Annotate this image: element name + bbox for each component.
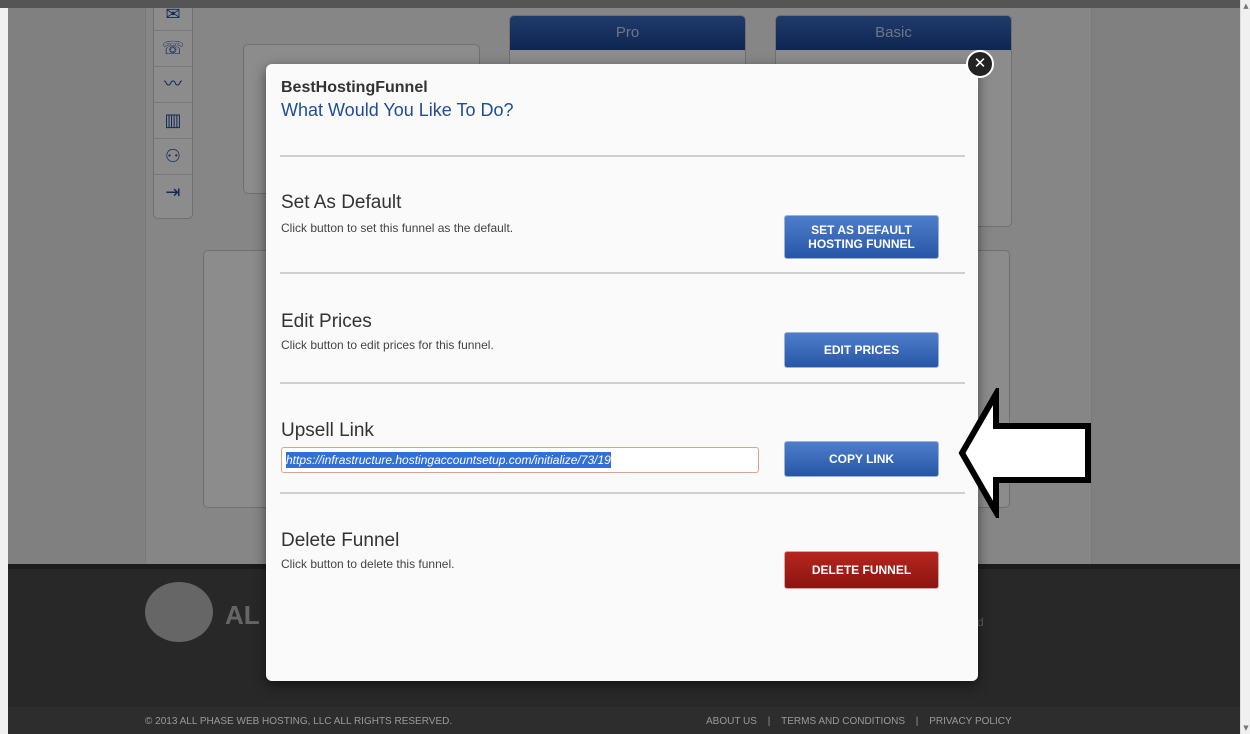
upsell-link-title: Upsell Link (281, 420, 374, 441)
footer-separator: | (915, 716, 919, 727)
modal-subtitle: What Would You Like To Do? (281, 100, 514, 120)
page: ✉ ☏ 〰 ▥ ⚇ ⇥ Pro Basic AL d © 2013 ALL PH… (0, 0, 1250, 734)
set-default-button-line1: SET AS DEFAULT (811, 223, 912, 237)
upsell-link-value: https://infrastructure.hostingaccountset… (286, 452, 611, 468)
funnel-options-modal: BestHostingFunnel What Would You Like To… (266, 64, 978, 681)
arrow-annotation-icon (958, 388, 1091, 518)
set-default-button-line2: HOSTING FUNNEL (808, 237, 915, 251)
modal-divider (280, 272, 965, 274)
copy-link-button[interactable]: COPY LINK (784, 441, 939, 477)
footer-separator: | (767, 716, 771, 727)
scroll-up-icon[interactable]: ▲ (1241, 0, 1250, 12)
edit-prices-desc: Click button to edit prices for this fun… (281, 338, 494, 352)
upsell-link-field[interactable]: https://infrastructure.hostingaccountset… (281, 447, 759, 473)
modal-divider (280, 492, 965, 494)
modal-title: BestHostingFunnel (281, 79, 428, 96)
copyright: © 2013 ALL PHASE WEB HOSTING, LLC ALL RI… (145, 716, 453, 727)
delete-funnel-desc: Click button to delete this funnel. (281, 557, 455, 571)
edit-prices-button[interactable]: EDIT PRICES (784, 332, 939, 368)
modal-divider (280, 155, 965, 157)
set-default-title: Set As Default (281, 192, 402, 213)
close-icon[interactable]: ✕ (966, 50, 994, 78)
set-default-desc: Click button to set this funnel as the d… (281, 221, 514, 235)
set-default-button[interactable]: SET AS DEFAULT HOSTING FUNNEL (784, 215, 939, 259)
footer-link-privacy[interactable]: PRIVACY POLICY (929, 716, 1011, 727)
footer-link-terms[interactable]: TERMS AND CONDITIONS (781, 716, 905, 727)
top-strip (0, 0, 1240, 8)
footer-link-about[interactable]: ABOUT US (706, 716, 757, 727)
footer-links: ABOUT US | TERMS AND CONDITIONS | PRIVAC… (702, 716, 1016, 727)
modal-divider (280, 382, 965, 384)
delete-funnel-title: Delete Funnel (281, 530, 400, 551)
scrollbar[interactable]: ▲ ▼ (1240, 0, 1250, 734)
edit-prices-title: Edit Prices (281, 311, 372, 332)
scroll-down-icon[interactable]: ▼ (1241, 722, 1250, 734)
delete-funnel-button[interactable]: DELETE FUNNEL (784, 551, 939, 589)
